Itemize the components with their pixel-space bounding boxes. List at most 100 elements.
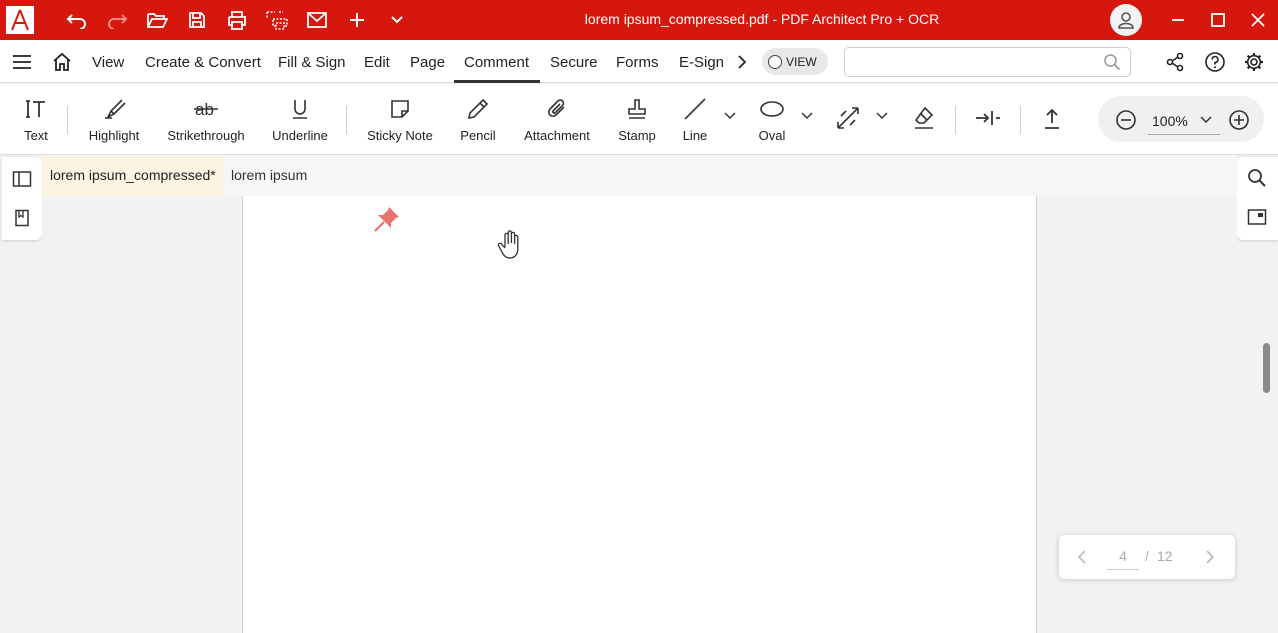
document-tab[interactable]: lorem ipsum	[223, 155, 315, 196]
pencil-tool-button[interactable]: Pencil	[456, 84, 500, 155]
attachment-tool-button[interactable]: Attachment	[520, 84, 594, 155]
close-button[interactable]	[1238, 0, 1278, 40]
export-comments-button[interactable]	[1040, 106, 1064, 132]
oval-tool-label: Oval	[758, 128, 786, 143]
zoom-underline	[1148, 134, 1220, 135]
help-button[interactable]	[1204, 51, 1226, 73]
separator	[346, 106, 347, 134]
sticky-note-tool-button[interactable]: Sticky Note	[364, 84, 436, 155]
menu-secure[interactable]: Secure	[550, 54, 598, 71]
current-page-input[interactable]: 4	[1107, 548, 1139, 564]
zoom-in-button[interactable]	[1228, 109, 1250, 131]
menu-esign[interactable]: E-Sign	[679, 54, 724, 71]
view-mode-toggle[interactable]: VIEW	[762, 48, 828, 75]
print-button[interactable]	[217, 0, 257, 40]
eraser-tool-button[interactable]	[911, 105, 937, 131]
scan-print-icon	[266, 11, 288, 30]
import-comments-button[interactable]	[974, 106, 1002, 130]
menu-edit[interactable]: Edit	[364, 54, 390, 71]
pdf-page[interactable]	[242, 196, 1037, 633]
menu-forms[interactable]: Forms	[616, 54, 659, 71]
stamp-tool-button[interactable]: Stamp	[614, 84, 660, 155]
view-toggle-label: VIEW	[786, 54, 817, 69]
find-panel-button[interactable]	[1237, 158, 1277, 198]
save-button[interactable]	[177, 0, 217, 40]
previous-page-button[interactable]	[1077, 550, 1087, 564]
menu-fill-sign[interactable]: Fill & Sign	[278, 54, 346, 71]
maximize-button[interactable]	[1198, 0, 1238, 40]
mail-icon	[307, 12, 327, 28]
text-tool-button[interactable]: Text	[18, 84, 54, 155]
pencil-icon	[467, 98, 489, 120]
document-tab-active[interactable]: lorem ipsum_compressed*	[42, 155, 224, 196]
chevron-down-icon	[876, 112, 888, 120]
redo-button[interactable]	[97, 0, 137, 40]
menu-create-convert[interactable]: Create & Convert	[145, 54, 261, 71]
home-icon	[53, 52, 71, 71]
hamburger-icon	[13, 55, 31, 69]
hamburger-menu-button[interactable]	[10, 51, 34, 73]
thumbnails-panel-button[interactable]	[2, 159, 42, 199]
chevron-left-icon	[1077, 550, 1086, 564]
properties-panel-button[interactable]	[1237, 197, 1277, 237]
hand-cursor	[496, 229, 524, 261]
underline-tool-button[interactable]: Underline	[268, 84, 332, 155]
zoom-control: 100%	[1098, 96, 1264, 142]
open-button[interactable]	[137, 0, 177, 40]
line-tool-button[interactable]: Line	[676, 84, 714, 155]
zoom-in-icon	[1229, 110, 1249, 130]
underline-icon	[293, 100, 307, 119]
highlight-tool-button[interactable]: Highlight	[84, 84, 144, 155]
measure-icon	[837, 107, 859, 129]
next-page-button[interactable]	[1205, 550, 1215, 564]
email-button[interactable]	[297, 0, 337, 40]
sticky-note-icon	[391, 100, 409, 118]
save-icon	[189, 12, 205, 28]
sidebar-panel-icon	[12, 171, 32, 187]
hand-cursor-icon	[497, 230, 519, 259]
line-icon	[684, 98, 706, 120]
menu-comment[interactable]: Comment	[464, 54, 529, 71]
user-account-button[interactable]	[1110, 4, 1142, 36]
folder-open-icon	[147, 13, 168, 28]
title-bar: lorem ipsum_compressed.pdf - PDF Archite…	[0, 0, 1278, 40]
measure-tool-button[interactable]	[834, 104, 862, 132]
oval-icon	[760, 101, 784, 117]
pin-icon	[374, 207, 399, 232]
search-icon	[1248, 169, 1266, 187]
minimize-button[interactable]	[1158, 0, 1198, 40]
measure-options-dropdown[interactable]	[876, 112, 888, 120]
stamp-tool-label: Stamp	[618, 128, 656, 143]
menu-scroll-right-button[interactable]	[734, 53, 750, 71]
window-title: lorem ipsum_compressed.pdf - PDF Archite…	[584, 11, 940, 27]
menu-page[interactable]: Page	[410, 54, 445, 71]
panel-right-icon	[1247, 209, 1267, 225]
minimize-icon	[1172, 19, 1184, 21]
zoom-dropdown[interactable]	[1200, 116, 1212, 124]
text-tool-icon	[26, 100, 45, 118]
vertical-scrollbar-thumb[interactable]	[1263, 343, 1270, 393]
line-options-dropdown[interactable]	[724, 112, 736, 120]
undo-button[interactable]	[57, 0, 97, 40]
scan-button[interactable]	[257, 0, 297, 40]
zoom-value[interactable]: 100%	[1152, 113, 1188, 129]
bookmarks-panel-button[interactable]	[2, 198, 42, 238]
settings-button[interactable]	[1243, 51, 1265, 73]
pin-annotation[interactable]	[372, 204, 402, 234]
search-button[interactable]	[1103, 53, 1121, 71]
bookmark-icon	[15, 209, 29, 227]
zoom-out-button[interactable]	[1115, 109, 1137, 131]
oval-options-dropdown[interactable]	[801, 112, 813, 120]
quick-access-dropdown[interactable]	[377, 0, 417, 40]
page-separator: /	[1145, 548, 1149, 564]
search-input[interactable]	[853, 48, 1093, 76]
strikethrough-tool-button[interactable]: ab Strikethrough	[164, 84, 248, 155]
share-button[interactable]	[1164, 51, 1186, 73]
current-page-underline	[1107, 569, 1139, 570]
new-button[interactable]	[337, 0, 377, 40]
menu-view[interactable]: View	[92, 54, 124, 71]
app-logo-icon	[11, 9, 29, 31]
oval-tool-button[interactable]: Oval	[752, 84, 792, 155]
home-button[interactable]	[50, 51, 74, 73]
toggle-knob-icon	[768, 54, 782, 69]
